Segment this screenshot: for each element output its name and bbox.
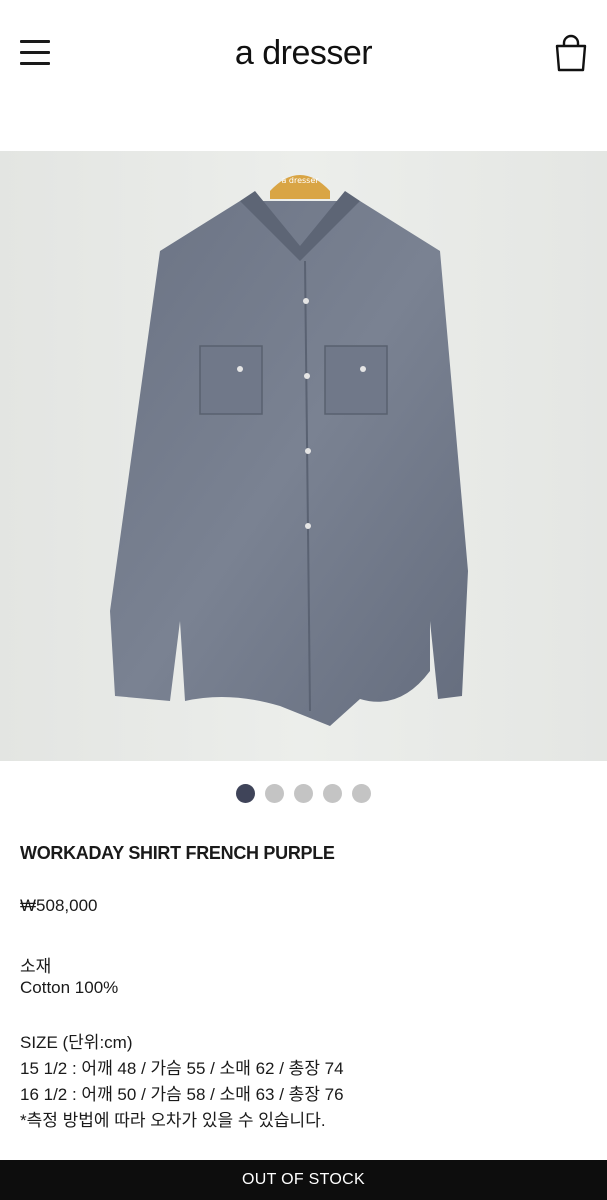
size-row: 16 1/2 : 어깨 50 / 가슴 58 / 소매 63 / 총장 76 <box>20 1085 344 1104</box>
gallery-dot-5[interactable] <box>352 784 371 803</box>
gallery-dot-4[interactable] <box>323 784 342 803</box>
gallery-pagination <box>0 784 607 804</box>
product-image[interactable]: a dresser <box>0 151 607 761</box>
gallery-dot-1[interactable] <box>236 784 255 803</box>
out-of-stock-button[interactable]: OUT OF STOCK <box>0 1160 607 1200</box>
product-info: WORKADAY SHIRT FRENCH PURPLE ₩508,000 소재… <box>20 843 590 1130</box>
material-value: Cotton 100% <box>20 978 119 997</box>
site-header: a dresser <box>0 0 607 110</box>
material-label: 소재 <box>20 957 52 976</box>
size-info: SIZE (단위:cm) 15 1/2 : 어깨 48 / 가슴 55 / 소매… <box>20 1030 344 1134</box>
product-title: WORKADAY SHIRT FRENCH PURPLE <box>20 843 335 863</box>
size-row: 15 1/2 : 어깨 48 / 가슴 55 / 소매 62 / 총장 74 <box>20 1059 344 1078</box>
hanger-brand-text: a dresser <box>281 176 319 185</box>
site-logo[interactable]: a dresser <box>0 34 607 73</box>
measurement-note: *측정 방법에 따라 오차가 있을 수 있습니다. <box>20 1111 326 1130</box>
shopping-bag-icon[interactable] <box>554 34 588 72</box>
size-heading: SIZE (단위:cm) <box>20 1033 133 1052</box>
gallery-dot-2[interactable] <box>265 784 284 803</box>
product-price: ₩508,000 <box>20 896 98 915</box>
gallery-dot-3[interactable] <box>294 784 313 803</box>
